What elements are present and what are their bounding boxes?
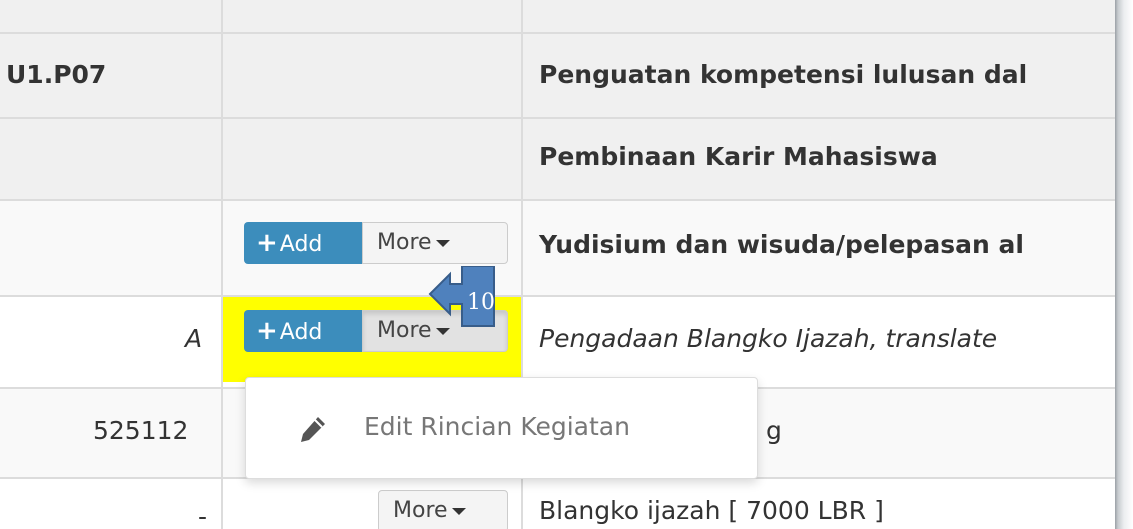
more-dropdown-menu: Edit Rincian Kegiatan bbox=[245, 377, 758, 479]
table-row: +Add More Yudisium dan wisuda/pelepasan … bbox=[0, 200, 1115, 296]
add-button-label: Add bbox=[279, 232, 323, 257]
row-code: A bbox=[185, 324, 203, 353]
table-row: U1.P07 Penguatan kompetensi lulusan dal bbox=[0, 32, 1115, 118]
table-row: A +Add More Pengadaan Blangko Ijazah, tr… bbox=[0, 296, 1115, 388]
row-description: Pembinaan Karir Mahasiswa bbox=[539, 142, 938, 171]
row-description: Yudisium dan wisuda/pelepasan al bbox=[539, 230, 1024, 259]
add-button-label: Add bbox=[279, 320, 323, 345]
more-button-label: More bbox=[377, 230, 432, 255]
more-button-label: More bbox=[393, 498, 448, 523]
pencil-icon bbox=[301, 417, 325, 442]
row-code: 525112 bbox=[93, 416, 189, 445]
caret-down-icon bbox=[435, 239, 450, 247]
add-button[interactable]: +Add bbox=[244, 222, 362, 264]
row-code: U1.P07 bbox=[6, 60, 107, 89]
dropdown-item-label: Edit Rincian Kegiatan bbox=[364, 412, 630, 441]
plus-icon: + bbox=[256, 316, 278, 346]
table-header-strip bbox=[0, 0, 1115, 32]
more-button-label: More bbox=[377, 318, 432, 343]
row-description: Pengadaan Blangko Ijazah, translate bbox=[539, 324, 998, 353]
table-row: - More Blangko ijazah [ 7000 LBR ] bbox=[0, 478, 1115, 529]
row-description: Penguatan kompetensi lulusan dal bbox=[539, 60, 1028, 89]
column-divider bbox=[221, 0, 223, 529]
row-divider bbox=[0, 32, 1115, 34]
row-description: g bbox=[766, 416, 782, 445]
row-divider bbox=[0, 295, 1115, 297]
row-description: Blangko ijazah [ 7000 LBR ] bbox=[539, 496, 884, 525]
more-button[interactable]: More bbox=[362, 222, 508, 264]
row-divider bbox=[0, 117, 1115, 119]
table-row: Pembinaan Karir Mahasiswa bbox=[0, 118, 1115, 200]
caret-down-icon bbox=[451, 507, 466, 515]
table-viewport: U1.P07 Penguatan kompetensi lulusan dal … bbox=[0, 0, 1115, 529]
callout-number: 10 bbox=[467, 290, 495, 315]
page-edge-shadow bbox=[1115, 0, 1133, 529]
more-button[interactable]: More bbox=[378, 490, 508, 529]
dropdown-item-edit[interactable]: Edit Rincian Kegiatan bbox=[246, 378, 757, 478]
row-divider bbox=[0, 199, 1115, 201]
row-code: - bbox=[198, 502, 208, 529]
add-button[interactable]: +Add bbox=[244, 310, 362, 352]
plus-icon: + bbox=[256, 228, 278, 258]
